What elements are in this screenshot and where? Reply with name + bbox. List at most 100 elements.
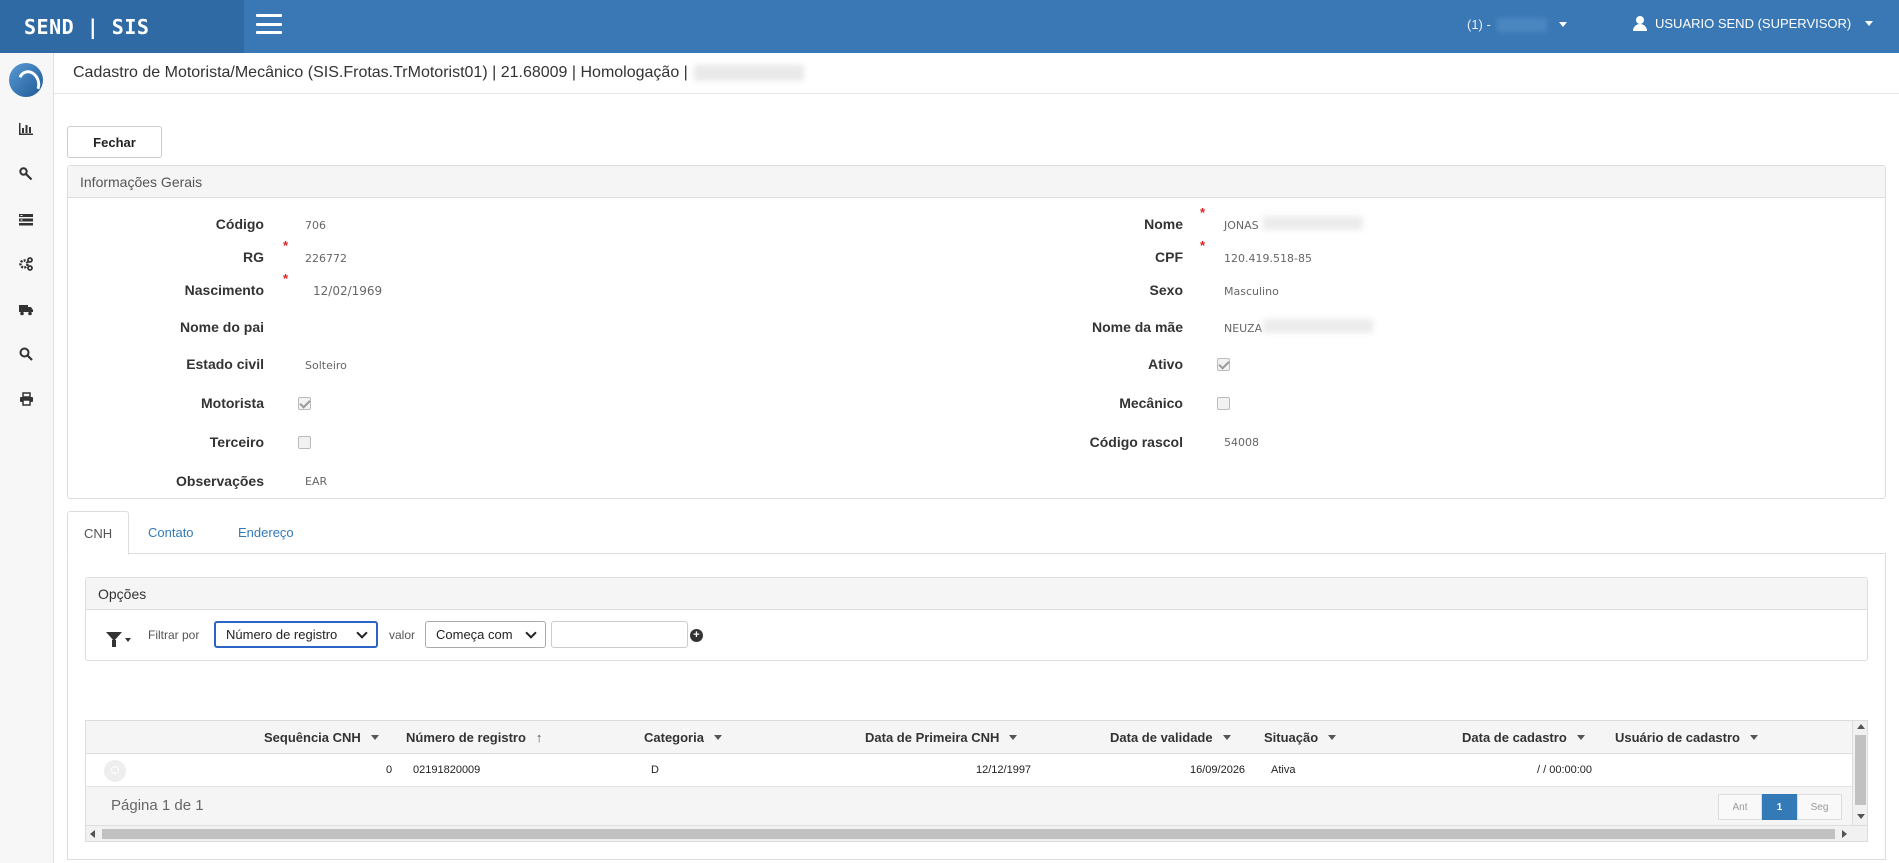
page-info: Página 1 de 1	[111, 797, 204, 814]
scroll-up-icon	[1857, 724, 1865, 729]
horizontal-scrollbar[interactable]	[86, 825, 1867, 841]
brand-logo[interactable]: SEND | SIS	[0, 0, 244, 53]
page-1-button[interactable]: 1	[1762, 794, 1797, 820]
rg-value: 226772	[305, 252, 347, 265]
col-data-cadastro[interactable]: Data de cadastro	[1462, 721, 1585, 754]
nome-mae-label: Nome da mãe	[1091, 319, 1183, 335]
vertical-scrollbar[interactable]	[1852, 721, 1867, 825]
nascimento-required-mark: *	[283, 271, 289, 286]
cpf-value: 120.419.518-85	[1224, 252, 1312, 265]
col-situacao[interactable]: Situação	[1264, 721, 1337, 754]
wrench-icon[interactable]	[15, 165, 37, 183]
add-filter-icon[interactable]: +	[690, 629, 703, 642]
nome-required-mark: *	[1200, 205, 1206, 220]
print-icon[interactable]	[15, 390, 37, 408]
tab-contato[interactable]: Contato	[132, 511, 210, 554]
search-icon[interactable]	[15, 345, 37, 363]
header-divider	[54, 93, 1899, 94]
tab-cnh[interactable]: CNH	[67, 511, 129, 555]
cell-data-primeira: 12/12/1997	[976, 764, 1032, 776]
col-data-primeira-cnh[interactable]: Data de Primeira CNH	[865, 721, 1018, 754]
app-logo-icon[interactable]	[9, 63, 43, 97]
cell-numero-registro: 02191820009	[413, 764, 481, 776]
mecanico-checkbox[interactable]	[1217, 397, 1230, 410]
user-icon	[1633, 16, 1647, 31]
sexo-value: Masculino	[1224, 285, 1279, 298]
cell-data-cadastro: / / 00:00:00	[1537, 764, 1593, 776]
cell-categoria: D	[651, 764, 659, 776]
codigo-rascol-value: 54008	[1224, 436, 1259, 449]
sort-dropdown-icon	[1750, 735, 1758, 740]
page-title-text: Cadastro de Motorista/Mecânico (SIS.Frot…	[73, 64, 688, 81]
motorista-label: Motorista	[201, 395, 264, 411]
view-record-icon[interactable]	[104, 760, 126, 782]
sort-dropdown-icon	[713, 735, 722, 740]
company-selector[interactable]: (1) -	[1467, 17, 1567, 32]
nome-label: Nome	[1144, 216, 1183, 232]
nome-redacted	[1263, 216, 1363, 230]
rg-label: RG	[243, 249, 264, 265]
sort-dropdown-icon	[1328, 735, 1337, 740]
filter-field-value: Número de registro	[226, 627, 338, 642]
col-categoria[interactable]: Categoria	[644, 721, 722, 754]
filter-value-input[interactable]	[551, 621, 688, 648]
filter-by-label: Filtrar por	[148, 628, 200, 642]
close-button[interactable]: Fechar	[67, 126, 162, 158]
terceiro-checkbox[interactable]	[298, 436, 311, 449]
sort-dropdown-icon	[370, 735, 379, 740]
vertical-scroll-thumb	[1855, 735, 1866, 805]
chevron-down-icon	[525, 626, 537, 639]
list-icon[interactable]	[15, 210, 37, 228]
nascimento-label: Nascimento	[184, 282, 264, 298]
codigo-rascol-label: Código rascol	[1089, 434, 1183, 450]
estado-civil-label: Estado civil	[186, 356, 264, 372]
pagination: Ant 1 Seg	[1718, 794, 1842, 820]
sidebar	[0, 53, 54, 863]
tab-bar: CNH Contato Endereço	[67, 511, 1886, 555]
mecanico-label: Mecânico	[1119, 395, 1183, 411]
user-menu[interactable]: USUARIO SEND (SUPERVISOR)	[1633, 16, 1874, 31]
nome-value: JONAS	[1224, 219, 1259, 232]
motorista-checkbox[interactable]	[298, 397, 311, 410]
sort-dropdown-icon	[1009, 735, 1018, 740]
filter-icon[interactable]	[106, 630, 134, 648]
nome-mae-redacted	[1263, 319, 1373, 333]
codigo-label: Código	[215, 216, 264, 232]
cell-sequencia: 0	[386, 764, 393, 776]
table-row[interactable]: 0 02191820009 D 12/12/1997 16/09/2026 At…	[86, 754, 1852, 787]
ativo-checkbox[interactable]	[1217, 358, 1230, 371]
col-data-validade[interactable]: Data de validade	[1110, 721, 1231, 754]
options-panel: Opções Filtrar por Número de registro va…	[85, 577, 1868, 661]
general-info-panel: Informações Gerais Código 706 RG * 22677…	[67, 165, 1886, 499]
operator-select[interactable]: Começa com	[425, 621, 546, 648]
gears-icon[interactable]	[15, 255, 37, 273]
col-usuario-cadastro[interactable]: Usuário de cadastro	[1615, 721, 1758, 754]
page-title: Cadastro de Motorista/Mecânico (SIS.Frot…	[73, 64, 804, 82]
grid-footer: Página 1 de 1 Ant 1 Seg	[86, 787, 1852, 825]
codigo-value: 706	[305, 219, 326, 232]
col-sequencia-cnh[interactable]: Sequência CNH	[264, 721, 379, 754]
ativo-label: Ativo	[1148, 356, 1183, 372]
value-label: valor	[389, 628, 416, 642]
top-navbar: SEND | SIS (1) - USUARIO SEND (SUPERVISO…	[0, 0, 1899, 53]
hamburger-menu-icon[interactable]	[256, 14, 282, 34]
tab-endereco[interactable]: Endereço	[222, 511, 310, 554]
cnh-grid: Sequência CNH Número de registro ↑ Catego…	[85, 720, 1868, 842]
col-numero-registro[interactable]: Número de registro ↑	[406, 721, 542, 754]
cpf-required-mark: *	[1200, 238, 1206, 253]
user-name: USUARIO SEND (SUPERVISOR)	[1655, 16, 1852, 31]
filter-field-select[interactable]: Número de registro	[214, 621, 378, 648]
environment-name-redacted	[693, 65, 804, 81]
chart-icon[interactable]	[15, 120, 37, 138]
sort-dropdown-icon	[1576, 735, 1585, 740]
cell-situacao: Ativa	[1271, 764, 1296, 776]
scroll-down-icon	[1857, 814, 1865, 819]
sort-ascending-icon: ↑	[535, 730, 543, 745]
truck-icon[interactable]	[15, 300, 37, 318]
nome-mae-value: NEUZA	[1224, 322, 1263, 335]
next-page-button[interactable]: Seg	[1797, 794, 1842, 820]
grid-header: Sequência CNH Número de registro ↑ Catego…	[86, 721, 1852, 754]
sort-dropdown-icon	[1222, 735, 1231, 740]
estado-civil-value: Solteiro	[305, 359, 347, 372]
prev-page-button[interactable]: Ant	[1718, 794, 1762, 820]
